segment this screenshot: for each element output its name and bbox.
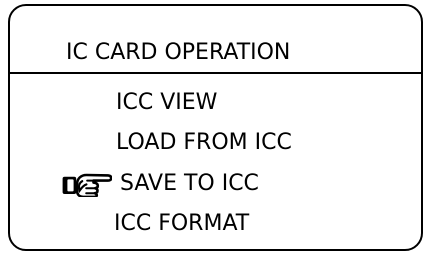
menu-item-label: SAVE TO ICC — [120, 171, 259, 196]
lcd-screen: IC CARD OPERATION ICC VIEW LOAD FROM ICC… — [8, 4, 423, 251]
menu-item-icc-view[interactable]: ICC VIEW — [10, 82, 421, 122]
menu-item-label: ICC FORMAT — [114, 211, 250, 236]
menu-item-load-from-icc[interactable]: LOAD FROM ICC — [10, 122, 421, 162]
menu-item-icc-format[interactable]: ICC FORMAT — [10, 203, 421, 243]
menu-list: ICC VIEW LOAD FROM ICC SAVE TO ICC ICC F… — [10, 6, 421, 249]
menu-item-label: LOAD FROM ICC — [116, 130, 292, 155]
menu-item-label: ICC VIEW — [116, 90, 218, 115]
pointing-hand-icon — [62, 173, 112, 197]
menu-item-save-to-icc[interactable]: SAVE TO ICC — [10, 163, 421, 203]
